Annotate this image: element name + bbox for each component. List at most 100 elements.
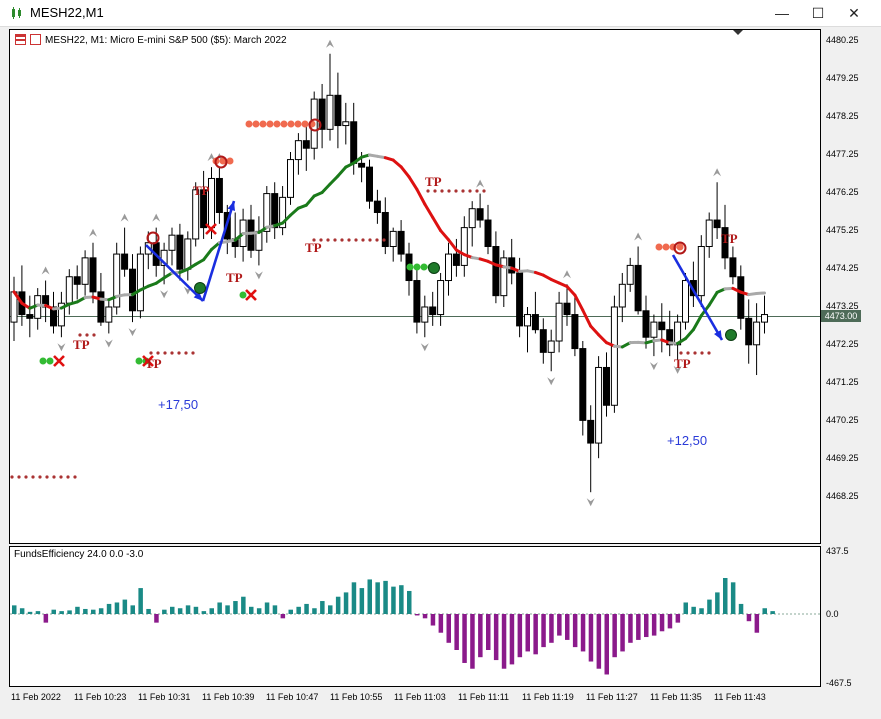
tp-level-dot: [149, 351, 153, 355]
candle-body: [437, 280, 445, 316]
moving-average-segment: [439, 229, 450, 242]
tp-label: TP: [73, 337, 90, 352]
time-axis-label: 11 Feb 11:27: [586, 692, 638, 702]
tp-level-dot: [191, 351, 195, 355]
moving-average-segment: [597, 333, 608, 345]
time-axis-label: 11 Feb 2022: [11, 692, 61, 702]
moving-average-segment: [691, 314, 703, 332]
candle-body: [421, 306, 429, 323]
indicator-bar: [335, 596, 341, 614]
candle-body: [697, 246, 705, 297]
indicator-bar: [27, 611, 33, 614]
candle-body: [294, 140, 302, 161]
tp-level-dot: [52, 475, 56, 479]
tp-level-dot: [679, 351, 683, 355]
time-axis-label: 11 Feb 11:11: [458, 692, 510, 702]
indicator-bar: [106, 603, 112, 614]
candle-body: [81, 257, 89, 285]
tp-level-dot: [17, 475, 21, 479]
entry-circle-marker: [194, 282, 206, 294]
tp-level-dot: [38, 475, 42, 479]
entry-level-dot: [259, 120, 267, 128]
entry-level-dot: [239, 291, 247, 299]
fractal-up-marker: [89, 228, 97, 237]
candle-body: [634, 264, 642, 312]
candle-body: [603, 366, 610, 406]
candle-body: [745, 317, 753, 346]
indicator-bar: [612, 614, 617, 658]
moving-average-segment: [755, 291, 766, 295]
candle-body: [713, 219, 721, 229]
indicator-bar: [407, 590, 412, 614]
entry-level-dot: [46, 357, 54, 365]
entry-level-dot: [266, 120, 274, 128]
candle-body: [484, 219, 492, 248]
moving-average-segment: [391, 158, 403, 169]
indicator-bar: [667, 614, 673, 629]
indicator-bar: [691, 606, 696, 614]
tp-level-dot: [347, 238, 351, 242]
indicator-bar: [699, 608, 704, 614]
entry-level-dot: [252, 120, 260, 128]
entry-circle-marker: [146, 231, 160, 245]
tp-label: TP: [145, 356, 162, 371]
tp-level-dot: [333, 238, 337, 242]
indicator-bar: [533, 614, 538, 655]
tp-level-dot: [361, 238, 365, 242]
indicator-bar: [272, 605, 278, 614]
candle-body: [460, 227, 468, 266]
indicator-bar: [541, 614, 546, 648]
indicator-bar: [12, 605, 17, 614]
time-axis-label: 11 Feb 11:19: [522, 692, 574, 702]
candle-body: [571, 314, 579, 350]
entry-level-dot: [245, 120, 253, 128]
time-axis-label: 11 Feb 10:39: [202, 692, 255, 702]
candle-body: [642, 310, 650, 338]
indicator-bar: [351, 582, 357, 614]
fractal-down-marker: [57, 343, 66, 352]
candle-body: [302, 140, 310, 149]
indicator-bar: [738, 603, 744, 614]
indicator-bar: [138, 588, 143, 614]
candle-body: [476, 208, 484, 221]
menu-icon[interactable]: [15, 34, 26, 45]
profit-label: +12,50: [667, 433, 708, 448]
moving-average-segment: [684, 328, 695, 341]
fractal-up-marker: [563, 270, 571, 279]
indicator-bar: [399, 585, 404, 614]
candle-body: [610, 306, 618, 406]
entry-level-dot: [294, 120, 302, 128]
moving-average-segment: [447, 238, 458, 252]
chart-shift-icon: [733, 30, 743, 35]
indicator-bar: [707, 599, 712, 614]
indicator-bar: [565, 614, 570, 640]
tp-level-dot: [468, 189, 472, 193]
price-axis-label: 4475.25: [826, 225, 859, 235]
moving-average-segment: [304, 194, 316, 207]
indicator-header: FundsEfficiency 24.0 0.0 -3.0: [14, 549, 144, 560]
candle-body: [168, 234, 176, 251]
indicator-bar: [43, 614, 49, 623]
candle-body: [389, 230, 397, 248]
candle-body: [737, 276, 745, 319]
entry-level-dot: [39, 357, 47, 365]
indicator-bar: [312, 608, 317, 614]
indicator-bar: [217, 602, 222, 614]
tp-level-dot: [354, 238, 358, 242]
indicator-bar: [304, 603, 309, 614]
indicator-bar: [636, 614, 641, 640]
candle-body: [381, 211, 389, 248]
indicator-bar: [35, 611, 41, 614]
tp-level-dot: [73, 475, 77, 479]
candle-body: [397, 230, 405, 255]
indicator-bar: [98, 608, 104, 614]
chart-header-text: MESH22, M1: Micro E-mini S&P 500 ($5): M…: [45, 35, 287, 46]
candle-body: [547, 340, 555, 353]
signal-arrow-line: [145, 244, 204, 302]
candle-body: [176, 234, 184, 270]
indicator-bar: [91, 609, 96, 614]
exit-x-marker: [53, 355, 65, 367]
moving-average-segment: [415, 187, 427, 206]
chart-icon[interactable]: [30, 34, 41, 45]
indicator-bar: [383, 580, 388, 614]
